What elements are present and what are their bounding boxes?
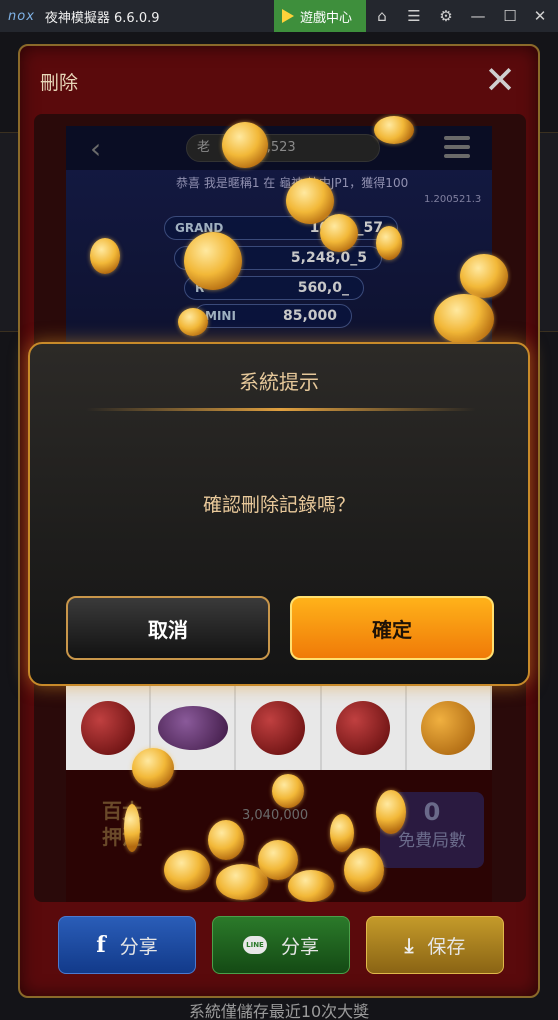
nox-logo: nox — [8, 8, 35, 24]
cancel-button[interactable]: 取消 — [66, 596, 270, 660]
facebook-icon: f — [96, 932, 106, 958]
cherry-icon — [251, 701, 305, 755]
coin-icon — [460, 254, 508, 298]
save-button[interactable]: ⤓ 保存 — [366, 916, 504, 974]
minimize-icon[interactable]: — — [468, 6, 488, 26]
coin-prefix: 老 — [197, 140, 211, 155]
coin-icon — [376, 790, 406, 834]
jackpot-mini: MINI 85,000 — [194, 304, 352, 328]
jackpot-value: 560,0_ — [297, 280, 349, 296]
dialog-title: 系統提示 — [239, 370, 319, 394]
coin-icon — [344, 848, 384, 892]
coin-icon — [222, 122, 268, 168]
coin-balance: 老 52,523 — [186, 134, 380, 162]
menu-icon[interactable]: ☰ — [404, 6, 424, 26]
close-icon[interactable]: ✕ — [530, 6, 550, 26]
coin-icon — [132, 748, 174, 788]
dialog-divider — [86, 408, 476, 411]
close-icon[interactable]: ✕ — [480, 60, 520, 100]
cherry-icon — [336, 701, 391, 755]
coin-icon — [258, 840, 298, 880]
maximize-icon[interactable]: ☐ — [500, 6, 520, 26]
shirt-icon[interactable]: ⌂ — [372, 6, 392, 26]
coin-icon — [90, 238, 120, 274]
facebook-share-label: 分享 — [119, 935, 158, 958]
save-label: 保存 — [427, 935, 466, 958]
reel — [322, 686, 407, 770]
coin-icon — [184, 232, 242, 290]
version-text: 1.200521.3 — [424, 194, 482, 205]
coin-icon — [376, 226, 402, 260]
cherry-icon — [80, 701, 135, 755]
download-icon: ⤓ — [404, 933, 414, 957]
play-store-icon — [282, 9, 294, 23]
coin-icon — [178, 308, 208, 336]
coin-icon — [272, 774, 304, 808]
win-amount: 3,040,000 — [242, 808, 309, 823]
gear-icon[interactable]: ⚙ — [436, 6, 456, 26]
coin-icon — [330, 814, 354, 852]
back-arrow-icon: ‹ — [90, 132, 102, 165]
game-header: ‹ 老 52,523 恭喜 我是暱稱1 在 龜神 拉中JP1，獲得100 1.2… — [66, 126, 492, 346]
line-share-button[interactable]: LINE 分享 — [212, 916, 350, 974]
facebook-share-button[interactable]: f 分享 — [58, 916, 196, 974]
line-icon: LINE — [242, 936, 267, 954]
plum-icon — [157, 706, 228, 750]
coin-icon — [164, 850, 210, 890]
emulator-window: nox 夜神模擬器 6.6.0.9 遊戲中心 ⌂ ☰ ⚙ — ☐ ✕ 刪除 ✕ … — [0, 0, 558, 1020]
game-nav-bar: ‹ 老 52,523 — [66, 126, 492, 170]
jackpot-label: MINI — [205, 309, 236, 323]
app-title: 夜神模擬器 6.6.0.9 — [44, 10, 160, 26]
dialog-message: 確認刪除記錄嗎？ — [202, 494, 355, 516]
coin-icon — [124, 804, 140, 852]
coin-icon — [288, 870, 334, 902]
coin-icon — [320, 214, 358, 252]
reel — [236, 686, 322, 770]
footer-note: 系統僅儲存最近10次大獎 — [188, 1002, 370, 1020]
hamburger-icon — [444, 136, 470, 158]
jackpot-value: 5,248,0_5 — [290, 250, 367, 266]
coin-icon — [208, 820, 244, 860]
line-share-label: 分享 — [280, 935, 319, 958]
jackpot-value: 85,000 — [282, 308, 337, 324]
game-center-button[interactable]: 遊戲中心 — [274, 0, 366, 32]
game-center-label: 遊戲中心 — [300, 10, 353, 26]
reel — [407, 686, 493, 770]
confirm-button[interactable]: 確定 — [290, 596, 494, 660]
confirm-dialog: 系統提示 確認刪除記錄嗎？ 取消 確定 — [28, 342, 530, 686]
panel-title: 刪除 — [40, 72, 79, 94]
slot-reels — [66, 686, 493, 770]
coin-icon — [434, 294, 494, 344]
coin-icon — [374, 116, 414, 144]
title-bar: nox 夜神模擬器 6.6.0.9 遊戲中心 ⌂ ☰ ⚙ — ☐ ✕ — [0, 0, 558, 32]
orange-icon — [421, 701, 476, 755]
